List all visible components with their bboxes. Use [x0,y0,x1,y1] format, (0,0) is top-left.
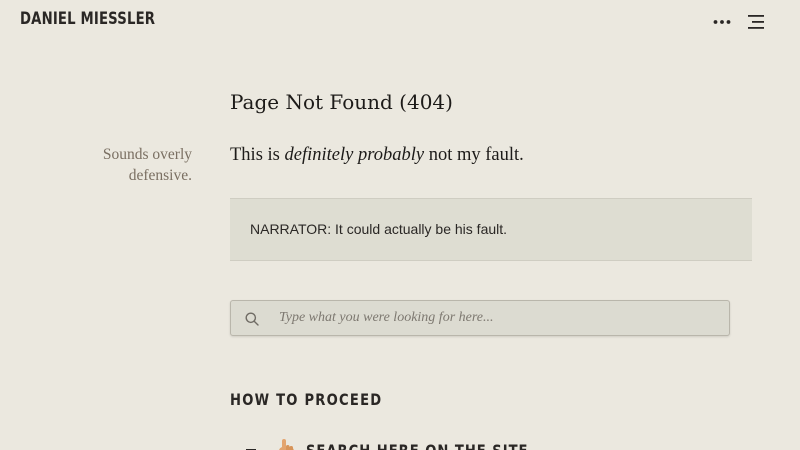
sidenote: Sounds overly defensive. [102,146,192,184]
search-icon [245,312,259,326]
intro-emphasis: definitely probably [284,145,425,165]
search-input[interactable] [279,301,719,335]
search-box[interactable] [230,300,730,336]
site-header: DANIEL MIESSLER [0,0,800,44]
hamburger-menu-icon [748,15,764,29]
ellipsis-icon [713,20,731,24]
narrator-callout: NARRATOR: It could actually be his fault… [230,198,752,261]
menu-button[interactable] [744,10,768,34]
page-title: Page Not Found (404) [230,90,453,114]
how-to-proceed-heading: HOW TO PROCEED [230,390,383,409]
intro-text-start: This is [230,145,285,165]
search-site-link[interactable]: SEARCH HERE ON THE SITE [306,441,528,450]
intro-text-end: not my fault. [424,145,524,165]
site-title-link[interactable]: DANIEL MIESSLER [20,9,155,29]
narrator-text: NARRATOR: It could actually be his fault… [250,221,508,237]
pointing-hand-icon [279,439,294,450]
more-options-button[interactable] [708,10,736,34]
intro-text: This is definitely probably not my fault… [230,145,524,166]
